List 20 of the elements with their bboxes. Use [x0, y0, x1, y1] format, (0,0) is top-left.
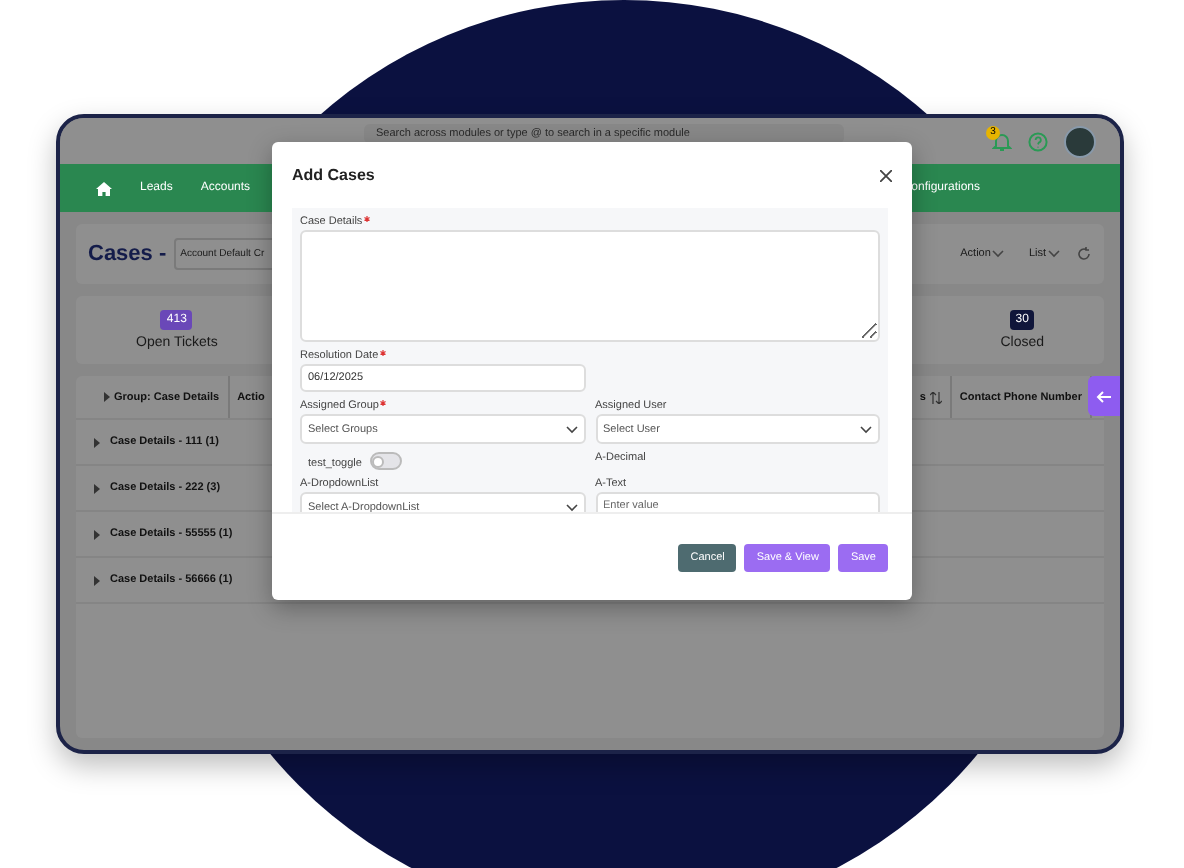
page-title: Cases -	[88, 242, 167, 266]
close-icon	[880, 169, 892, 181]
toggle-switch[interactable]	[369, 452, 402, 470]
chevron-down-icon	[860, 425, 872, 433]
chevron-down-icon	[1048, 250, 1060, 258]
user-avatar[interactable]	[1064, 125, 1096, 157]
sort-icon[interactable]	[929, 391, 942, 403]
dialog-title: Add Cases	[292, 166, 375, 184]
close-button[interactable]	[880, 169, 892, 181]
chevron-down-icon	[565, 503, 577, 511]
required-asterisk-icon	[364, 216, 371, 222]
arrow-left-icon	[1096, 389, 1112, 403]
refresh-icon[interactable]	[1076, 246, 1092, 262]
home-icon[interactable]	[96, 181, 112, 195]
required-asterisk-icon	[380, 400, 387, 406]
required-asterisk-icon	[380, 350, 387, 356]
collapse-panel-button[interactable]	[1088, 376, 1120, 416]
chevron-down-icon	[992, 250, 1005, 258]
chevron-down-icon	[565, 425, 577, 433]
caret-right-icon	[104, 392, 110, 402]
